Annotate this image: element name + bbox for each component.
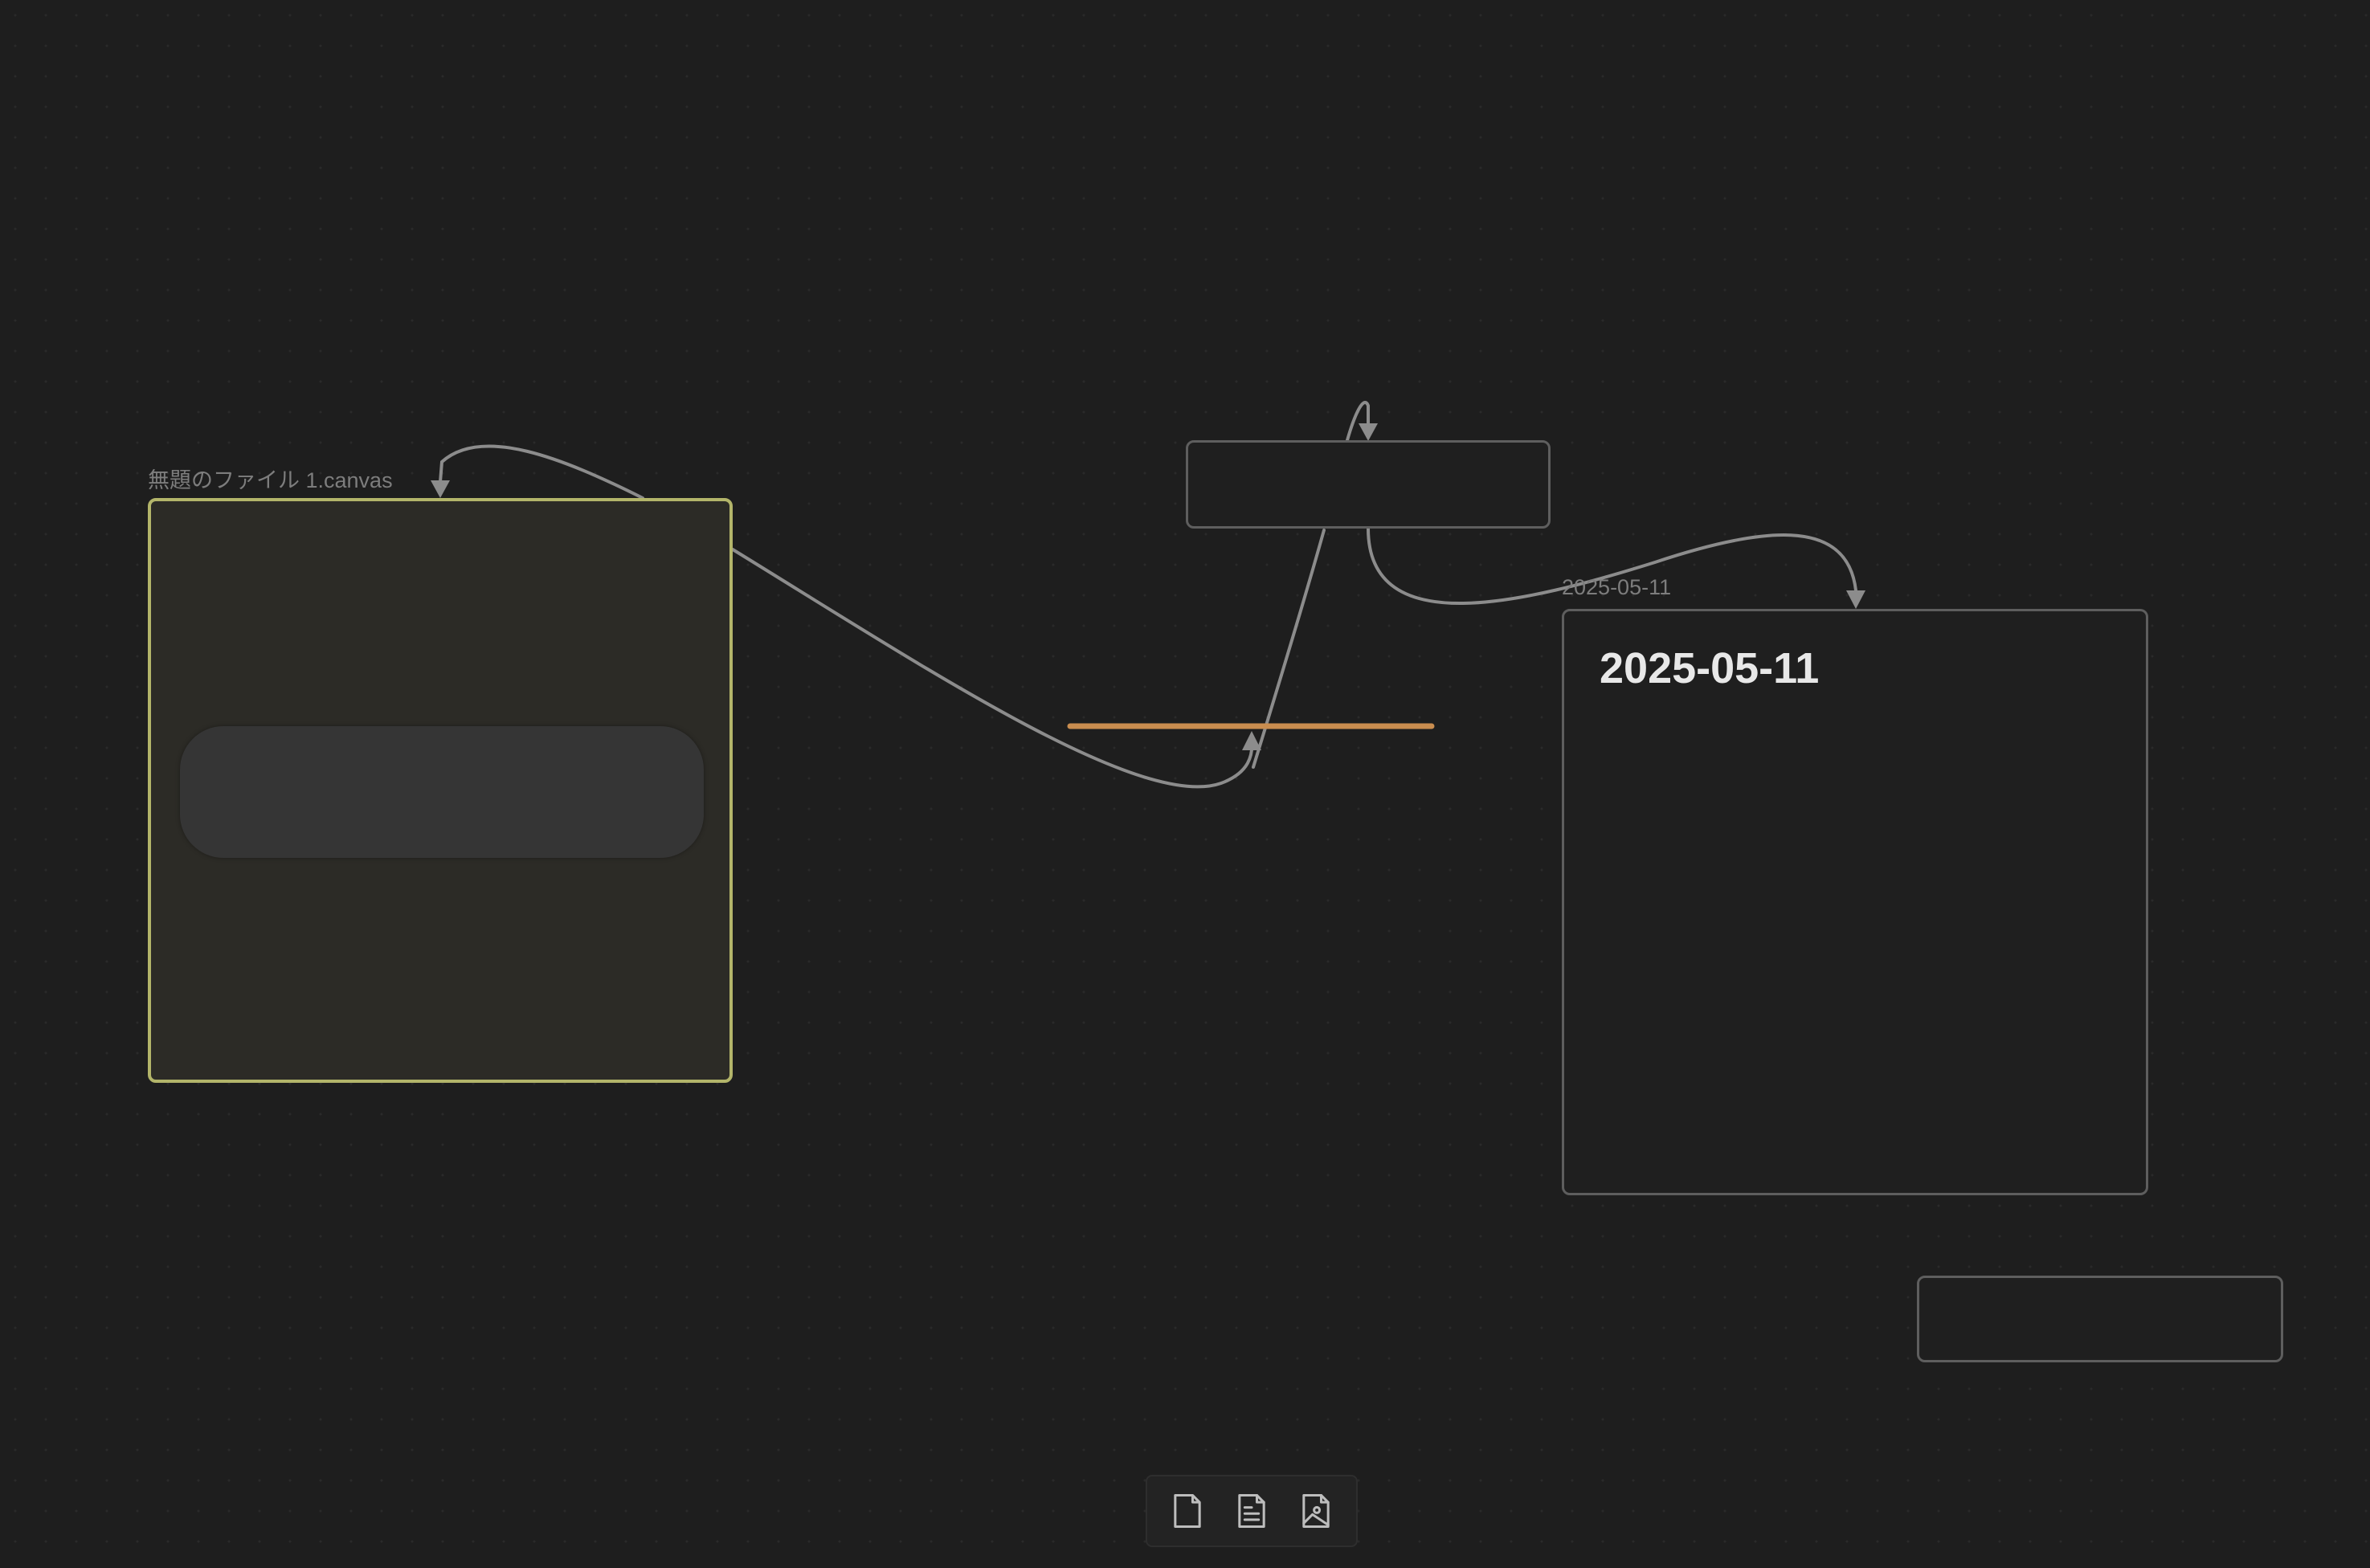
edge-file-loop xyxy=(439,444,644,500)
note-heading: 2025-05-11 xyxy=(1600,644,1820,692)
file-node[interactable] xyxy=(148,498,733,1083)
file-icon xyxy=(1174,1493,1201,1529)
file-node-label: 無題のファイル 1.canvas xyxy=(148,468,393,492)
note-node[interactable]: 2025-05-11 xyxy=(1562,609,2148,1195)
new-card-button[interactable] xyxy=(1162,1485,1213,1537)
file-text-icon xyxy=(1238,1493,1265,1529)
file-image-icon xyxy=(1302,1493,1330,1529)
edge-file-to-center xyxy=(731,548,1254,789)
note-node-label: 2025-05-11 xyxy=(1562,575,1672,599)
arrowhead-top-node xyxy=(1359,423,1378,441)
edge-top-node-loop xyxy=(1346,401,1370,442)
arrowhead-file-top xyxy=(431,480,450,498)
edge-center-to-top-node xyxy=(1252,529,1326,769)
embed-loading-placeholder xyxy=(180,726,704,858)
text-card-top[interactable] xyxy=(1186,440,1551,529)
add-media-button[interactable] xyxy=(1290,1485,1342,1537)
canvas-toolbar xyxy=(1146,1475,1358,1547)
arrowhead-note-node xyxy=(1846,590,1865,609)
arrowhead-center xyxy=(1242,731,1261,750)
canvas-view[interactable]: 無題のファイル 1.canvas 2025-05-11 2025-05-11 xyxy=(0,0,2370,1568)
text-card-bottom[interactable] xyxy=(1917,1276,2283,1362)
add-note-button[interactable] xyxy=(1226,1485,1277,1537)
